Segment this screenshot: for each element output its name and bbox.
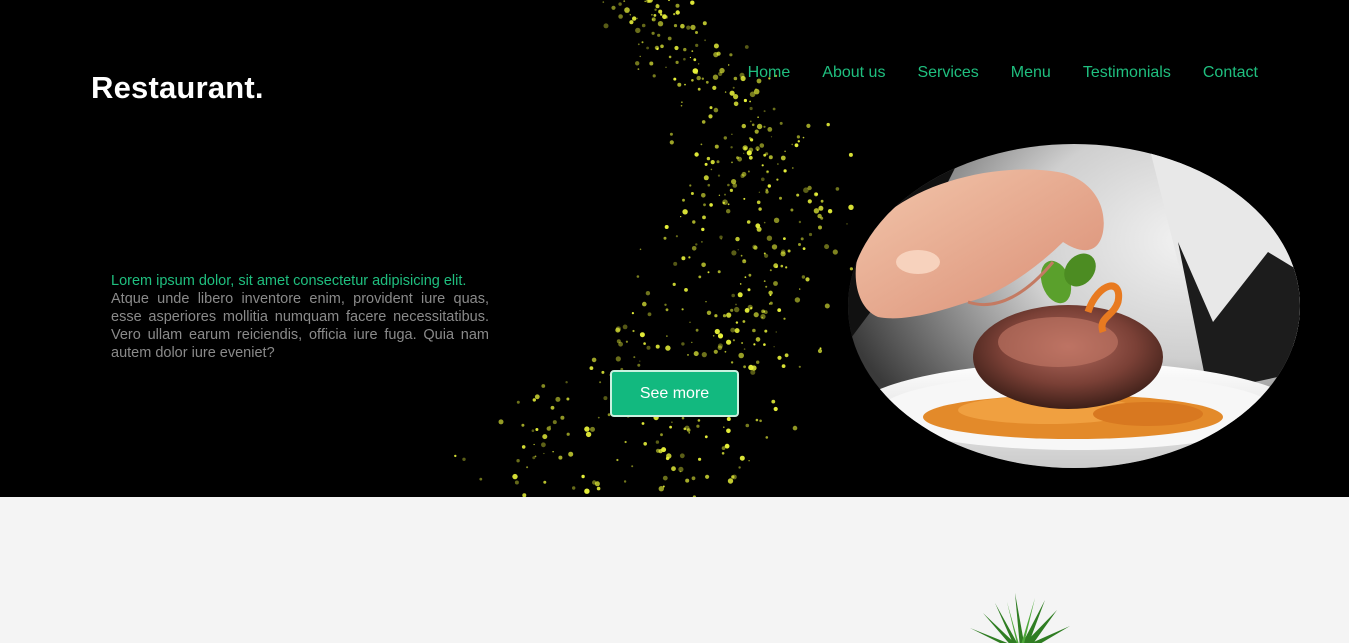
nav-link-services[interactable]: Services <box>917 63 978 83</box>
nav-link-menu[interactable]: Menu <box>1011 63 1051 83</box>
nav-link-testimonials[interactable]: Testimonials <box>1083 63 1171 83</box>
see-more-button[interactable]: See more <box>610 370 739 417</box>
nav-link-contact[interactable]: Contact <box>1203 63 1258 83</box>
nav-link-home[interactable]: Home <box>748 63 791 83</box>
plant-image <box>970 593 1070 643</box>
hero-body: Atque unde libero inventore enim, provid… <box>111 291 489 361</box>
page: Restaurant. Home About us Services Menu … <box>0 0 1349 643</box>
nav-link-about-us[interactable]: About us <box>822 63 885 83</box>
main-nav: Home About us Services Menu Testimonials… <box>748 63 1258 83</box>
hero-lead: Lorem ipsum dolor, sit amet consectetur … <box>111 273 467 289</box>
site-logo[interactable]: Restaurant. <box>91 70 264 106</box>
hero-section: Restaurant. Home About us Services Menu … <box>0 0 1349 497</box>
hero-intro-text: Lorem ipsum dolor, sit amet consectetur … <box>111 272 489 362</box>
dish-photo <box>848 144 1300 468</box>
